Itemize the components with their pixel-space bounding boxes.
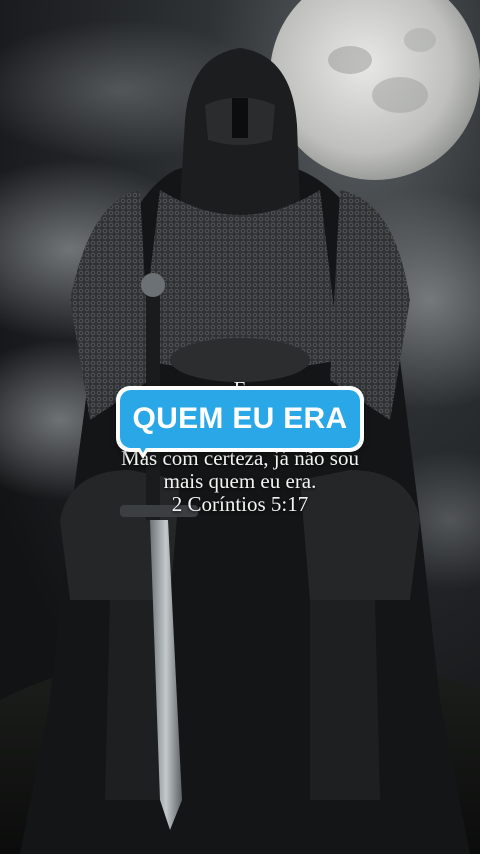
title-sticker: QUEM EU ERA xyxy=(116,386,364,459)
verse-reference: 2 Coríntios 5:17 xyxy=(171,492,309,516)
speech-tail-fill xyxy=(139,446,147,453)
title-sticker-label: QUEM EU ERA xyxy=(132,402,348,435)
title-sticker-fill: QUEM EU ERA xyxy=(120,390,360,448)
verse-line: mais quem eu era. xyxy=(163,469,317,493)
